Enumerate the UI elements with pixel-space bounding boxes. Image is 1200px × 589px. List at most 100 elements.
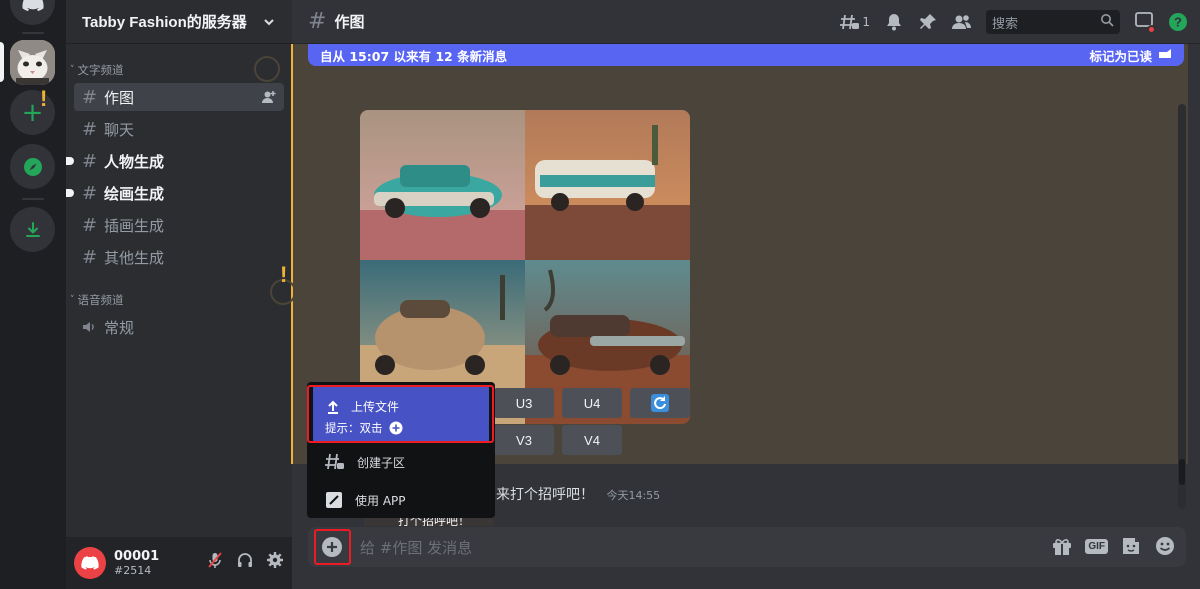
invite-member-icon[interactable] [262, 90, 276, 104]
user-avatar[interactable] [74, 547, 106, 579]
channel-label: 插画生成 [104, 216, 165, 235]
channel-item-qita[interactable]: # 其他生成 [74, 243, 284, 271]
message-composer[interactable]: 给 #作图 发消息 GIF [308, 527, 1186, 567]
reroll-icon [651, 394, 669, 412]
variation-4-button[interactable]: V4 [562, 425, 622, 455]
pin-icon[interactable] [918, 12, 938, 32]
hint-row: 提示：双击 [325, 420, 403, 436]
search-input[interactable]: 搜索 [986, 10, 1120, 34]
threads-icon [840, 14, 860, 30]
cat-photo-icon [10, 40, 55, 85]
use-app-option[interactable]: 使用 APP [313, 482, 489, 518]
mark-as-read-button[interactable]: 标记为已读 [1089, 46, 1172, 65]
download-apps-button[interactable] [10, 207, 55, 252]
gift-icon[interactable] [1051, 535, 1073, 557]
members-icon[interactable] [952, 12, 972, 32]
scrollbar-thumb[interactable] [1179, 459, 1185, 485]
compass-icon [23, 157, 42, 176]
channel-label: 绘画生成 [104, 184, 165, 203]
hash-icon: # [82, 150, 98, 172]
speaker-icon [83, 322, 94, 332]
upload-file-label: 上传文件 [351, 400, 400, 414]
channel-label: 常规 [104, 318, 135, 337]
unread-indicator [66, 189, 74, 197]
category-label: 语音频道 [77, 293, 124, 307]
welcome-message: 来打个招呼吧！ 今天14:55 [496, 484, 660, 504]
generated-image-grid[interactable] [360, 110, 690, 424]
discord-logo-icon [81, 556, 99, 570]
upload-arrow-icon [328, 400, 338, 414]
create-thread-label: 创建子区 [357, 455, 406, 470]
alert-exclamation-icon: ! [40, 86, 48, 111]
pencil-square-icon [326, 492, 342, 508]
hint-ring [254, 56, 280, 82]
help-icon[interactable]: ? [1168, 12, 1188, 32]
channel-item-huihua[interactable]: # 绘画生成 [66, 179, 284, 207]
mark-read-icon [1159, 49, 1171, 58]
channel-item-renwu[interactable]: # 人物生成 [66, 147, 284, 175]
channel-item-chahua[interactable]: # 插画生成 [74, 211, 284, 239]
new-messages-bar[interactable]: 自从 15:07 以来有 12 条新消息 标记为已读 [308, 44, 1184, 66]
headphones-icon[interactable] [236, 551, 254, 569]
user-tag: #2514 [114, 564, 152, 577]
discord-home-button[interactable] [10, 0, 55, 25]
threads-button[interactable]: 1 [840, 12, 870, 32]
reroll-button[interactable] [630, 388, 690, 418]
hash-icon: # [82, 246, 98, 268]
upscale-3-button[interactable]: U3 [494, 388, 554, 418]
hash-icon: # [82, 118, 98, 140]
gif-button[interactable]: GIF [1085, 538, 1108, 554]
hash-icon: # [82, 86, 98, 108]
settings-gear-icon[interactable] [266, 551, 284, 569]
threads-count: 1 [862, 15, 870, 29]
welcome-text: 来打个招呼吧！ [496, 487, 594, 503]
server-rail: + [0, 0, 66, 589]
chevron-down-icon: ˅ [70, 295, 75, 305]
hash-icon: # [308, 9, 327, 34]
category-text-channels[interactable]: ˅ 文字频道 [70, 62, 124, 78]
user-controls [206, 551, 284, 569]
add-server-button[interactable]: + [10, 90, 55, 135]
user-panel: 00001 #2514 [66, 537, 292, 589]
scrollbar-track[interactable] [1178, 104, 1186, 509]
new-messages-text: 自从 15:07 以来有 12 条新消息 [320, 48, 508, 64]
channel-item-zuotu[interactable]: # 作图 [74, 83, 284, 111]
server-header[interactable]: Tabby Fashion的服务器 [66, 0, 292, 44]
mic-muted-icon[interactable] [206, 551, 224, 569]
upscale-row: U3 U4 [494, 388, 690, 418]
user-meta: 00001 #2514 [114, 549, 159, 577]
upscale-4-button[interactable]: U4 [562, 388, 622, 418]
use-app-label: 使用 APP [355, 493, 406, 508]
bell-icon[interactable] [884, 12, 904, 32]
notification-dot [1147, 25, 1156, 34]
sticker-icon[interactable] [1120, 535, 1142, 557]
topbar-actions: 1 搜索 ? [840, 10, 1188, 34]
attach-plus-button[interactable] [316, 531, 348, 563]
scroll-indicator-line [291, 44, 293, 464]
category-voice-channels[interactable]: ˅ 语音频道 [70, 292, 124, 308]
welcome-timestamp: 今天14:55 [606, 489, 661, 502]
hash-icon: # [82, 182, 98, 204]
emoji-icon[interactable] [1154, 535, 1176, 557]
channel-item-liaotian[interactable]: # 聊天 [74, 115, 284, 143]
rail-separator [22, 32, 44, 34]
variation-3-button[interactable]: V3 [494, 425, 554, 455]
channel-label: 人物生成 [104, 152, 165, 171]
inbox-button[interactable] [1134, 10, 1156, 34]
channel-label: 聊天 [104, 120, 135, 139]
create-thread-option[interactable]: 创建子区 [313, 444, 489, 480]
selected-server-pill [0, 42, 4, 82]
username: 00001 [114, 549, 160, 564]
rail-separator [22, 198, 44, 200]
upload-file-option[interactable]: 上传文件 提示：双击 [313, 386, 489, 442]
upload-row: 上传文件 [325, 398, 399, 415]
category-label: 文字频道 [77, 63, 124, 77]
voice-channel-item-changgui[interactable]: 常规 [74, 313, 284, 341]
server-name: Tabby Fashion的服务器 [82, 14, 247, 31]
search-icon [1101, 14, 1114, 27]
alert-exclamation-icon: ! [280, 262, 288, 287]
app-window: + Tabby Fashion的服务器 ˅ 文字频道 # 作图 # 聊天 # 人… [0, 0, 1200, 589]
explore-servers-button[interactable] [10, 144, 55, 189]
attachment-menu: 上传文件 提示：双击 创建子区 使用 APP [307, 382, 495, 518]
server-icon-cat[interactable] [10, 40, 55, 85]
